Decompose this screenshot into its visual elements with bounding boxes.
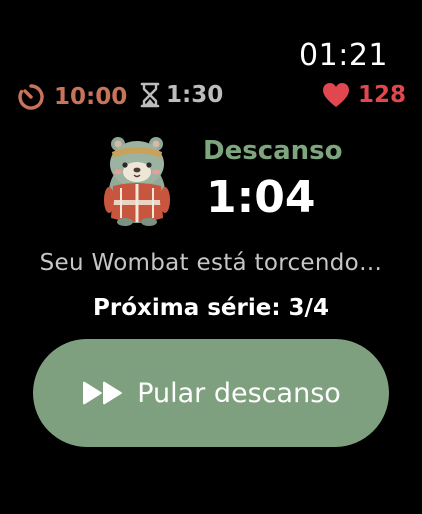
heart-rate-stat: 128 (322, 82, 406, 108)
rest-time-value: 1:30 (166, 82, 224, 108)
skip-rest-label: Pular descanso (137, 377, 341, 409)
hourglass-icon (140, 82, 160, 108)
status-clock: 01:21 (299, 38, 388, 73)
next-set-label: Próxima série: 3/4 (93, 295, 329, 321)
total-time-stat: 10:00 (16, 82, 127, 112)
heart-rate-value: 128 (357, 82, 406, 108)
stats-row: 10:00 1:30 128 (16, 82, 406, 114)
total-time-value: 10:00 (54, 84, 128, 110)
rest-phase-label: Descanso (203, 136, 343, 166)
heart-icon (322, 83, 349, 107)
rest-countdown: 1:04 (206, 172, 316, 223)
cheer-message: Seu Wombat está torcendo… (39, 250, 383, 276)
wombat-mascot (104, 137, 170, 226)
skip-rest-button[interactable]: Pular descanso (33, 339, 389, 447)
fast-forward-icon (83, 381, 123, 405)
rest-time-stat: 1:30 (140, 82, 223, 108)
timer-icon (18, 84, 44, 110)
